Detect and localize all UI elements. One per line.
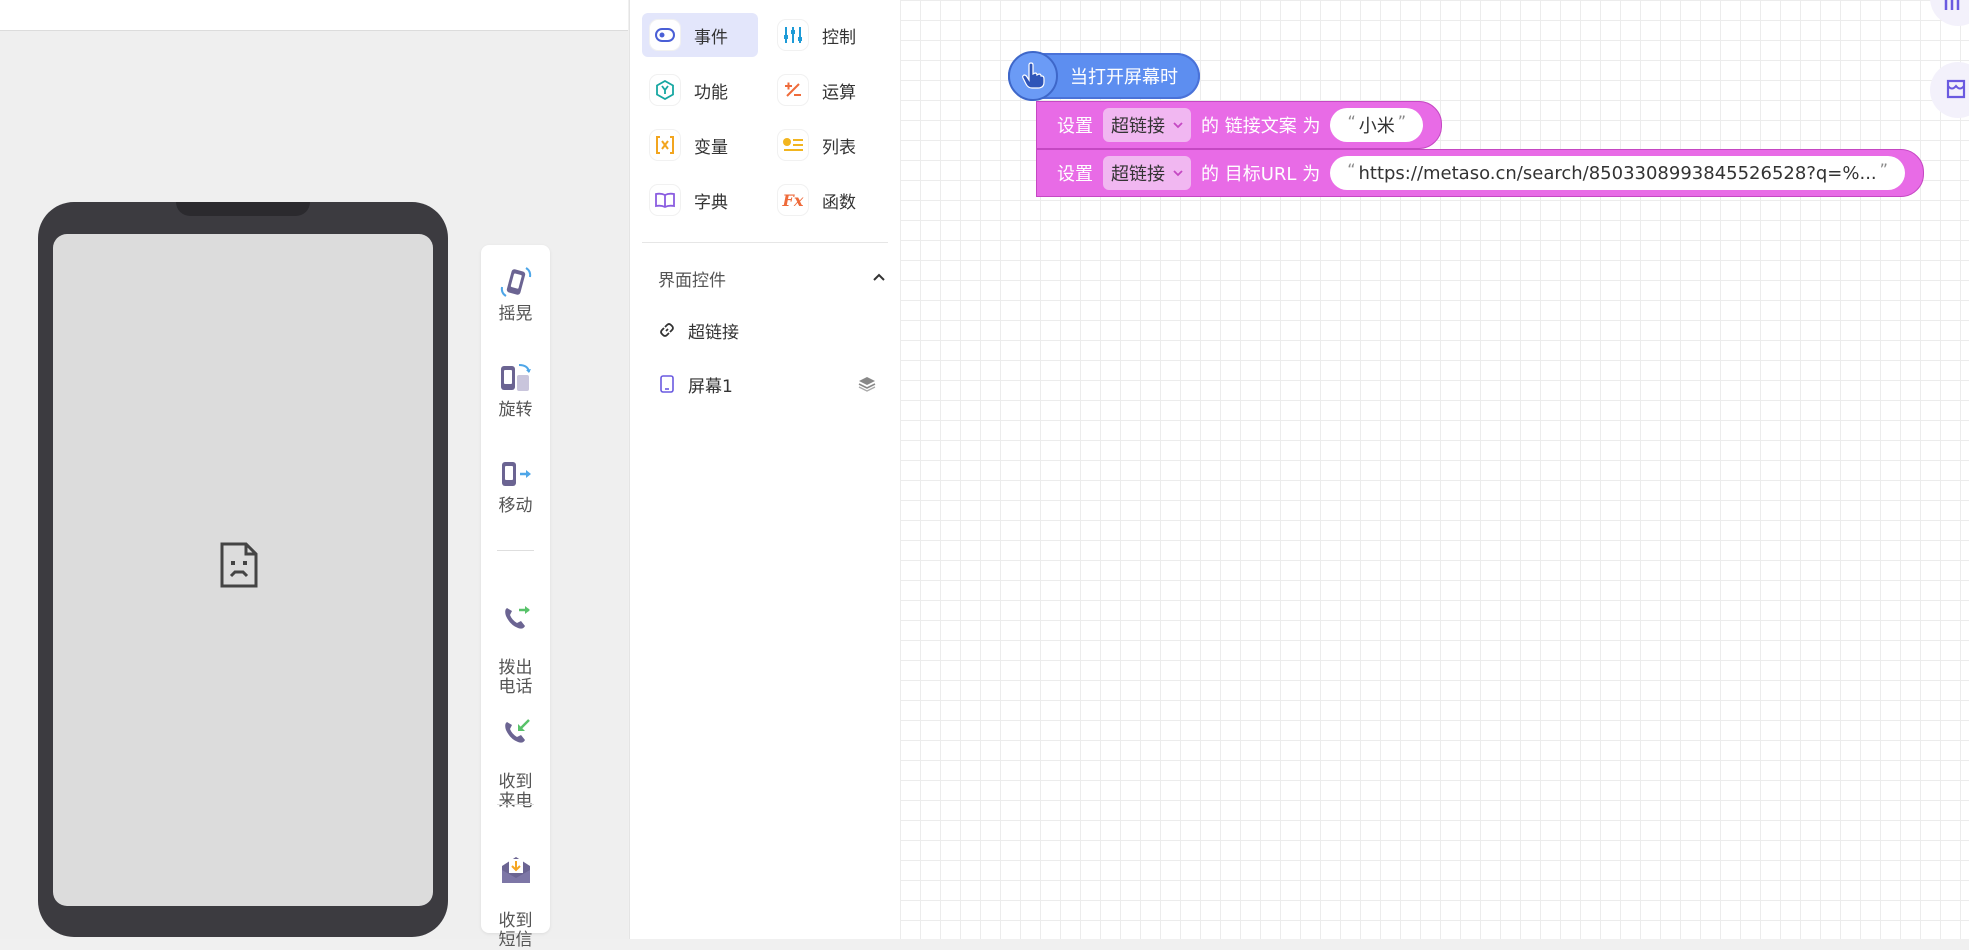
category-procedures[interactable]: Fx 函数 — [770, 178, 886, 222]
property-name: 目标URL — [1224, 164, 1297, 185]
workspace-tool-button[interactable] — [1930, 0, 1969, 26]
workspace-store-button[interactable] — [1930, 62, 1969, 118]
preview-area: 摇晃 旋转 移动 拨出 电话 收到 来电 收到 短信 — [0, 0, 628, 950]
broken-page-icon — [220, 542, 258, 588]
chevron-up-icon — [873, 273, 885, 281]
event-move-label: 移动 — [498, 496, 533, 516]
sliders-icon — [778, 20, 808, 50]
divider — [642, 242, 888, 243]
hand-pointer-icon — [1008, 51, 1058, 101]
category-dictionary-label: 字典 — [694, 192, 728, 213]
phone-screen-icon — [660, 375, 674, 393]
component-dropdown[interactable]: 超链接 — [1103, 156, 1191, 190]
category-control[interactable]: 控制 — [770, 13, 886, 57]
url-value: https://metaso.cn/search/850330899384552… — [1358, 162, 1877, 184]
category-events-label: 事件 — [694, 27, 728, 48]
event-sms-received[interactable]: 收到 短信 — [481, 834, 550, 950]
event-shake-label: 摇晃 — [498, 304, 533, 324]
set-keyword: 设置 — [1057, 116, 1093, 137]
rotate-phone-icon — [500, 364, 531, 391]
category-functions[interactable]: 功能 — [642, 68, 758, 112]
event-rotate[interactable]: 旋转 — [481, 361, 550, 420]
event-incoming-call[interactable]: 收到 来电 — [481, 695, 550, 811]
open-quote-icon: “ — [1347, 111, 1356, 131]
link-icon — [660, 323, 674, 337]
outgoing-call-icon — [504, 606, 530, 629]
component-dropdown-value: 超链接 — [1111, 164, 1165, 185]
event-block-label: 当打开屏幕时 — [1070, 67, 1178, 88]
event-shake[interactable]: 摇晃 — [481, 265, 550, 324]
components-section-title: 界面控件 — [658, 271, 726, 291]
toggle-icon — [650, 20, 680, 50]
category-functions-label: 功能 — [694, 82, 728, 103]
list-icon — [778, 130, 808, 160]
phone-screen[interactable] — [53, 234, 433, 906]
set-hyperlink-text-block[interactable]: 设置 超链接 的 链接文案 为 “ 小米 ” — [1036, 101, 1443, 149]
divider — [497, 550, 534, 551]
grid-icon — [1944, 0, 1960, 10]
phone-notch — [176, 202, 310, 216]
category-procedures-label: 函数 — [822, 192, 856, 213]
of-keyword: 的 目标URL 为 — [1201, 164, 1321, 185]
chevron-down-icon — [1173, 170, 1183, 177]
phone-mockup — [38, 202, 448, 937]
plus-minus-icon — [778, 75, 808, 105]
close-quote-icon: ” — [1879, 159, 1888, 179]
text-value: 小米 — [1358, 116, 1395, 137]
incoming-call-icon — [504, 719, 530, 743]
shake-phone-icon — [500, 267, 531, 297]
components-section-header[interactable]: 界面控件 — [658, 266, 886, 291]
event-incoming-call-label: 收到 来电 — [498, 772, 533, 811]
category-operators[interactable]: 运算 — [770, 68, 886, 112]
event-outgoing-call[interactable]: 拨出 电话 — [481, 581, 550, 697]
chevron-down-icon — [1173, 122, 1183, 129]
store-icon — [1946, 79, 1966, 99]
text-value-field[interactable]: “ 小米 ” — [1330, 108, 1424, 142]
category-lists-label: 列表 — [822, 137, 856, 158]
category-variables[interactable]: 变量 — [642, 123, 758, 167]
divider — [497, 804, 534, 805]
fx-icon: Fx — [778, 185, 808, 215]
category-operators-label: 运算 — [822, 82, 856, 103]
event-rotate-label: 旋转 — [498, 400, 533, 420]
close-quote-icon: ” — [1397, 111, 1407, 131]
set-hyperlink-url-block[interactable]: 设置 超链接 的 目标URL 为 “ https://metaso.cn/sea… — [1036, 149, 1924, 197]
of-keyword: 的 链接文案 为 — [1201, 116, 1321, 137]
category-control-label: 控制 — [822, 27, 856, 48]
category-variables-label: 变量 — [694, 137, 728, 158]
device-events-strip: 摇晃 旋转 移动 拨出 电话 收到 来电 收到 短信 — [481, 245, 550, 950]
component-item-screen1[interactable]: 屏幕1 — [658, 370, 888, 398]
event-block-screen-opened[interactable]: 当打开屏幕时 — [1008, 51, 1200, 101]
component-item-hyperlink[interactable]: 超链接 — [658, 316, 888, 344]
event-sms-received-label: 收到 短信 — [498, 911, 533, 950]
url-value-field[interactable]: “ https://metaso.cn/search/8503308993845… — [1330, 156, 1905, 190]
blocks-workspace[interactable]: 当打开屏幕时 设置 超链接 的 链接文案 为 “ 小米 ” 设置 超链接 的 目… — [900, 0, 1969, 939]
preview-toolbar — [0, 0, 628, 31]
component-item-screen1-label: 屏幕1 — [688, 376, 733, 397]
sms-envelope-icon — [501, 857, 530, 883]
x-bracket-icon — [650, 130, 680, 160]
category-lists[interactable]: 列表 — [770, 123, 886, 167]
move-phone-icon — [501, 462, 531, 486]
blocks-panel: 事件 控制 功能 运算 变量 列表 字典 Fx 函数 界面控件 超链接 屏幕1 — [629, 0, 901, 939]
property-name: 链接文案 — [1224, 116, 1297, 137]
component-dropdown[interactable]: 超链接 — [1103, 108, 1191, 142]
hexagon-y-icon — [650, 75, 680, 105]
book-icon — [650, 185, 680, 215]
event-outgoing-call-label: 拨出 电话 — [498, 658, 533, 697]
set-keyword: 设置 — [1057, 164, 1093, 185]
component-dropdown-value: 超链接 — [1111, 116, 1165, 137]
component-item-hyperlink-label: 超链接 — [688, 322, 739, 343]
category-dictionary[interactable]: 字典 — [642, 178, 758, 222]
open-quote-icon: “ — [1347, 159, 1356, 179]
event-move[interactable]: 移动 — [481, 457, 550, 516]
category-events[interactable]: 事件 — [642, 13, 758, 57]
layers-icon[interactable] — [858, 375, 876, 393]
